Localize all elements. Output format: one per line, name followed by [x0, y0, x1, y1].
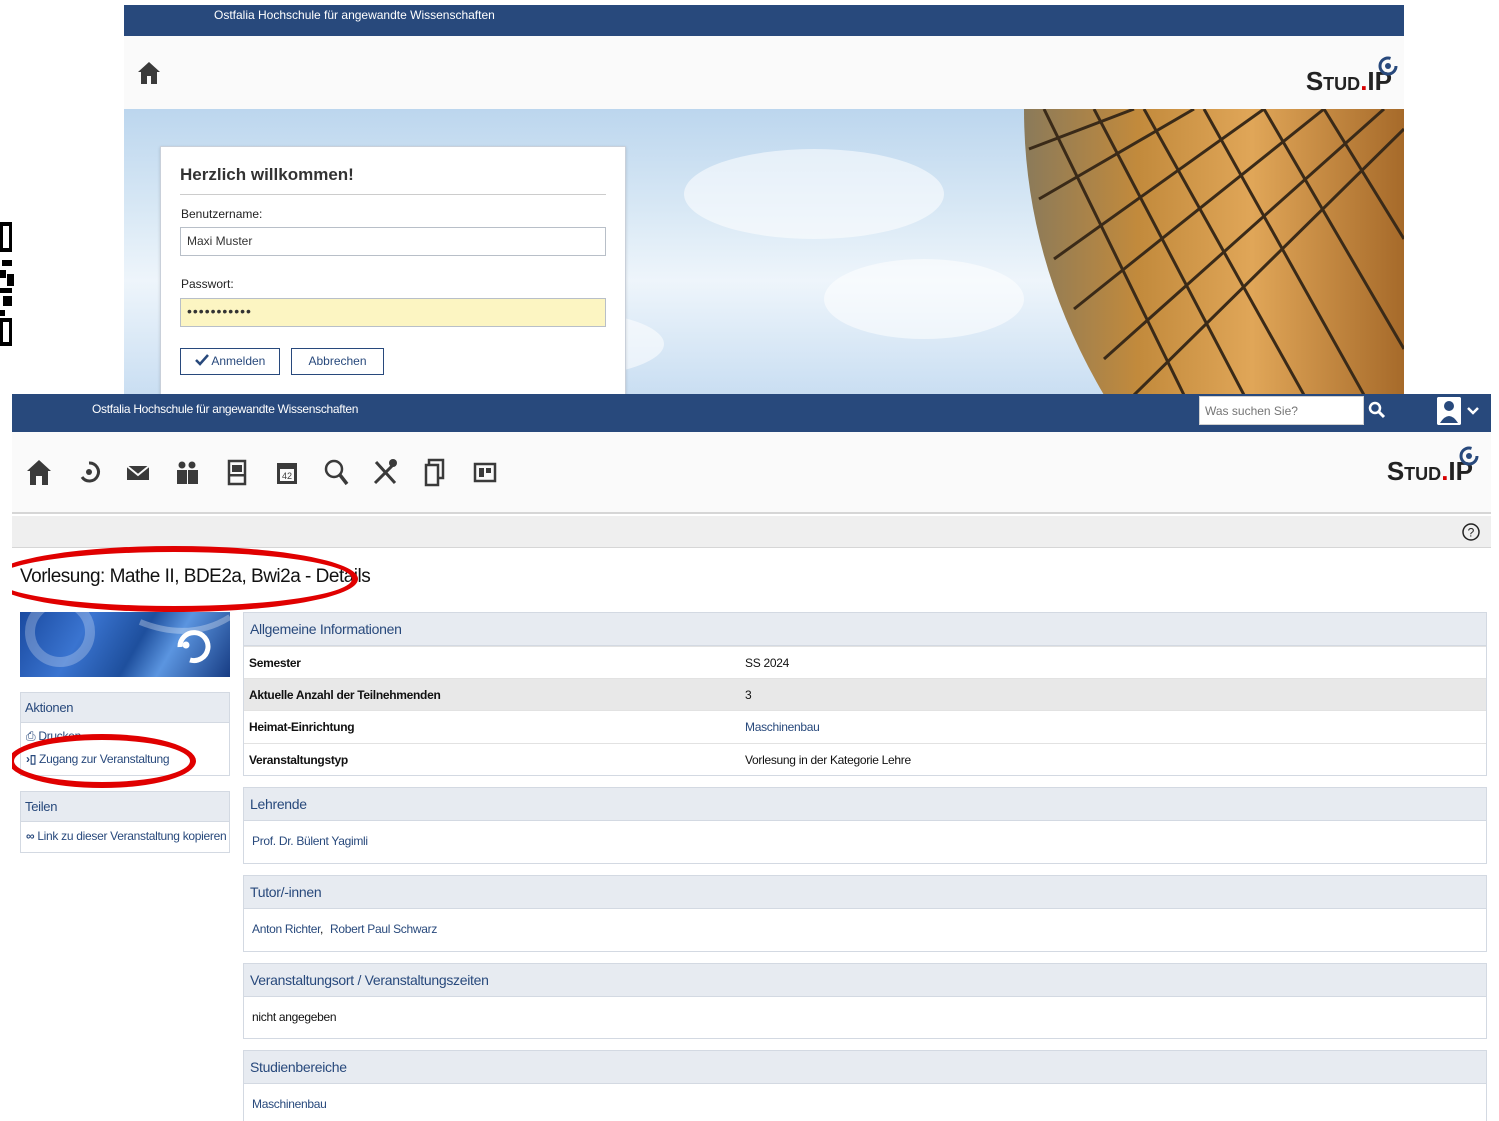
general-info-header: Allgemeine Informationen — [243, 612, 1487, 646]
tutor-link[interactable]: Anton Richter — [252, 922, 321, 936]
community-icon[interactable] — [172, 457, 202, 487]
home-icon[interactable] — [136, 60, 162, 86]
search-input[interactable] — [1199, 396, 1364, 425]
calendar-icon[interactable]: 42 — [272, 457, 302, 487]
studip-icon[interactable] — [74, 457, 104, 487]
search-icon — [1368, 401, 1386, 419]
password-label: Passwort: — [181, 277, 234, 291]
lecturers-header: Lehrende — [243, 787, 1487, 821]
mail-icon[interactable] — [123, 457, 153, 487]
institution-bar: Ostfalia Hochschule für angewandte Wisse… — [12, 394, 1491, 432]
profile-icon[interactable] — [222, 457, 252, 487]
files-icon[interactable] — [420, 457, 450, 487]
tutors-body: Anton Richter , Robert Paul Schwarz — [243, 909, 1487, 952]
access-highlight-ellipse — [12, 734, 196, 788]
password-input[interactable]: ••••••••••• — [180, 298, 606, 327]
location-header: Veranstaltungsort / Veranstaltungszeiten — [243, 963, 1487, 997]
institution-name: Ostfalia Hochschule für angewandte Wisse… — [92, 402, 359, 416]
studip-swirl-icon — [1378, 56, 1398, 76]
location-value: nicht angegeben — [252, 1010, 337, 1024]
studip-logo: Stud.IP — [1306, 56, 1398, 97]
username-input[interactable]: Maxi Muster — [180, 227, 606, 256]
studip-banner-icon — [25, 612, 230, 667]
welcome-heading: Herzlich willkommen! — [180, 165, 354, 184]
building-image — [1024, 109, 1404, 395]
sidebar-actions-title: Aktionen — [20, 692, 230, 723]
sidebar-share-title: Teilen — [20, 791, 230, 822]
table-row: Heimat-Einrichtung Maschinenbau — [244, 710, 1486, 743]
study-areas-header: Studienbereiche — [243, 1050, 1487, 1084]
search-button[interactable] — [1364, 396, 1390, 425]
table-row: Veranstaltungstyp Vorlesung in der Kateg… — [244, 743, 1486, 776]
login-button[interactable]: Anmelden — [180, 348, 280, 375]
studip-swirl-icon — [1459, 446, 1479, 466]
svg-text:42: 42 — [282, 471, 292, 481]
svg-text:?: ? — [1468, 526, 1475, 540]
username-label: Benutzername: — [181, 207, 263, 221]
search-icon[interactable] — [321, 457, 351, 487]
qr-code-fragment — [0, 222, 14, 346]
location-body: nicht angegeben — [243, 997, 1487, 1039]
avatar-icon[interactable] — [1437, 397, 1461, 425]
title-highlight-ellipse — [12, 546, 358, 612]
sidebar-image — [20, 612, 230, 677]
printer-icon: ⎙ — [26, 729, 36, 743]
help-icon[interactable]: ? — [1461, 522, 1481, 542]
home-institute-link[interactable]: Maschinenbau — [745, 720, 820, 734]
chevron-down-icon[interactable] — [1466, 404, 1480, 418]
table-row: Semester SS 2024 — [244, 646, 1486, 679]
tutor-link[interactable]: Robert Paul Schwarz — [330, 922, 437, 936]
course-details-screenshot: Ostfalia Hochschule für angewandte Wisse… — [12, 394, 1491, 1121]
help-bar: ? — [12, 516, 1491, 548]
copy-link-button[interactable]: ∞ Link zu dieser Veranstaltung kopieren — [26, 829, 227, 843]
sidebar-share: ∞ Link zu dieser Veranstaltung kopieren — [20, 822, 230, 853]
main-navbar: 42 Stud.IP — [12, 432, 1491, 514]
tools-icon[interactable] — [370, 457, 400, 487]
lecturers-body: Prof. Dr. Bülent Yagimli — [243, 821, 1487, 864]
table-row: Aktuelle Anzahl der Teilnehmenden 3 — [244, 678, 1486, 711]
checkmark-icon — [194, 354, 209, 366]
lecturer-link[interactable]: Prof. Dr. Bülent Yagimli — [252, 834, 368, 848]
study-areas-body: Maschinenbau — [243, 1084, 1487, 1121]
tutor-separator: , — [320, 922, 324, 936]
admin-icon[interactable] — [470, 457, 500, 487]
login-screenshot: Ostfalia Hochschule für angewandte Wisse… — [124, 5, 1404, 395]
cancel-button[interactable]: Abbrechen — [291, 348, 384, 375]
login-form: Herzlich willkommen! Benutzername: Maxi … — [160, 146, 626, 395]
login-navbar: Stud.IP — [124, 36, 1404, 109]
general-info-table: Semester SS 2024 Aktuelle Anzahl der Tei… — [243, 646, 1487, 776]
home-icon[interactable] — [24, 457, 54, 487]
tutors-header: Tutor/-innen — [243, 875, 1487, 909]
divider — [180, 194, 606, 195]
studip-logo: Stud.IP — [1387, 446, 1479, 487]
study-area-link[interactable]: Maschinenbau — [252, 1097, 327, 1111]
institution-bar: Ostfalia Hochschule für angewandte Wisse… — [124, 5, 1404, 36]
link-icon: ∞ — [26, 829, 35, 843]
institution-name: Ostfalia Hochschule für angewandte Wisse… — [214, 8, 495, 22]
